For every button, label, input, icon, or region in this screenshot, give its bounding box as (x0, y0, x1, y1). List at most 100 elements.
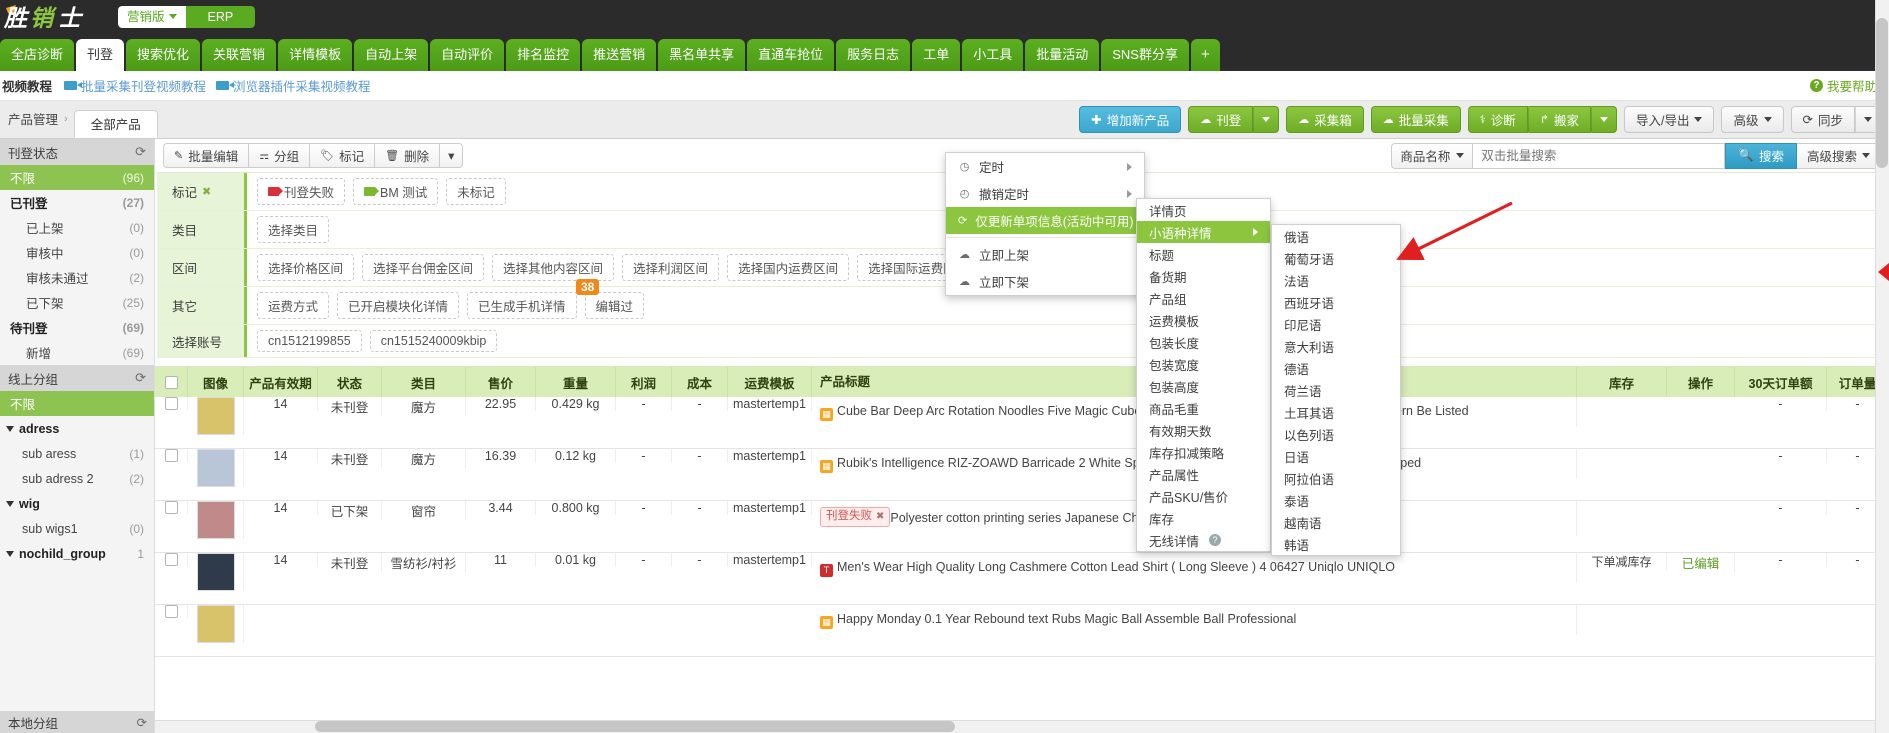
publish-menu-item-3[interactable]: ☁ 立即上架 (946, 241, 1144, 268)
sidebar-item-0-2[interactable]: 已上架 (0) (0, 215, 154, 240)
filter-chip[interactable]: 选择价格区间 (257, 254, 355, 281)
search-button[interactable]: 🔍 搜索 (1725, 142, 1797, 169)
row-checkbox[interactable] (164, 501, 178, 514)
search-field-selector[interactable]: 商品名称 (1391, 142, 1473, 169)
filter-chip[interactable]: 选择利润区间 (622, 254, 720, 281)
field-menu-item-11[interactable]: 库存扣减策略 (1137, 441, 1270, 463)
publish-button[interactable]: ☁ 刊登 (1188, 106, 1254, 133)
filter-chip[interactable]: 刊登失败 (257, 178, 346, 205)
field-menu-item-4[interactable]: 产品组 (1137, 287, 1270, 309)
language-menu-item-7[interactable]: 荷兰语 (1272, 379, 1400, 401)
row-checkbox[interactable] (164, 397, 178, 410)
language-menu-item-12[interactable]: 泰语 (1272, 489, 1400, 511)
sidebar-group-adress[interactable]: adress (0, 416, 154, 441)
tab-5[interactable]: 自动上架 (354, 39, 429, 71)
product-thumbnail[interactable] (196, 501, 235, 539)
edition-dropdown[interactable]: 营销版 (118, 5, 186, 28)
bulk-more-dropdown[interactable]: ▾ (439, 143, 464, 168)
field-menu-item-1[interactable]: 小语种详情 (1137, 221, 1270, 243)
cell-operation[interactable]: 已编辑 (1667, 553, 1735, 572)
migrate-dropdown-toggle[interactable] (1591, 106, 1617, 133)
field-menu-item-9[interactable]: 商品毛重 (1137, 397, 1270, 419)
erp-button[interactable]: ERP (185, 5, 256, 28)
tab-11[interactable]: 服务日志 (836, 39, 911, 71)
publish-menu-item-0[interactable]: ◷ 定时 (946, 153, 1144, 180)
language-menu-item-11[interactable]: 阿拉伯语 (1272, 467, 1400, 489)
diagnose-button[interactable]: ⚕ 诊断 (1467, 106, 1528, 133)
tab-13[interactable]: 小工具 (962, 39, 1024, 71)
language-menu-item-5[interactable]: 意大利语 (1272, 335, 1400, 357)
bulk-trash-button[interactable]: 🗑 删除 (374, 143, 440, 168)
close-icon[interactable]: ✖ (876, 510, 884, 524)
table-row[interactable]: ▦ Happy Monday 0.1 Year Rebound text Rubs… (155, 605, 1889, 657)
table-row[interactable]: 14 已下架 窗帘 3.44 0.800 kg - - mastertemp1 刊登失败 ✖ Pol… (155, 501, 1889, 553)
tab-all-products[interactable]: 全部产品 (73, 110, 158, 138)
breadcrumb[interactable]: 产品管理 › (0, 109, 74, 138)
refresh-icon[interactable]: ⟳ (135, 144, 146, 160)
migrate-button[interactable]: ↱ 搬家 (1527, 106, 1591, 133)
add-product-button[interactable]: ✚ 增加新产品 (1079, 106, 1182, 133)
sidebar-item-0-1[interactable]: 已刊登 (27) (0, 190, 154, 215)
collect-box-button[interactable]: ☁ 采集箱 (1286, 106, 1364, 133)
language-menu-item-6[interactable]: 德语 (1272, 357, 1400, 379)
field-menu-item-15[interactable]: 无线详情? (1137, 529, 1270, 551)
language-menu-item-9[interactable]: 以色列语 (1272, 423, 1400, 445)
publish-menu-item-2[interactable]: ⟳ 仅更新单项信息(活动中可用) (946, 207, 1147, 234)
table-row[interactable]: 14 未刊登 魔方 22.95 0.429 kg - - mastertemp1 ▦ Cube B… (155, 397, 1889, 449)
add-tab-button[interactable]: + (1190, 39, 1220, 71)
horizontal-scroll-thumb[interactable] (315, 721, 955, 732)
sidebar-item-0-4[interactable]: 审核未通过 (2) (0, 265, 154, 290)
sidebar-subgroup-sub adress 2[interactable]: sub adress 2 (2) (0, 466, 154, 491)
chevron-down-icon[interactable] (6, 425, 14, 432)
filter-chip[interactable]: BM 测试 (353, 178, 439, 205)
filter-chip[interactable]: 未标记 (446, 178, 506, 205)
import-export-button[interactable]: 导入/导出 (1624, 106, 1715, 133)
language-menu-item-2[interactable]: 法语 (1272, 269, 1400, 291)
advanced-button[interactable]: 高级 (1721, 106, 1784, 133)
filter-chip[interactable]: 运费方式 (257, 292, 330, 319)
language-menu-item-4[interactable]: 印尼语 (1272, 313, 1400, 335)
product-thumbnail[interactable] (196, 605, 235, 643)
field-menu-item-12[interactable]: 产品属性 (1137, 463, 1270, 485)
filter-chip[interactable]: 选择平台佣金区间 (362, 254, 485, 281)
bulk-group-button[interactable]: ⚎ 分组 (248, 143, 310, 168)
field-menu-item-8[interactable]: 包装高度 (1137, 375, 1270, 397)
language-menu-item-13[interactable]: 越南语 (1272, 511, 1400, 533)
video-link-bulk-collect[interactable]: 批量采集刊登视频教程 (64, 76, 206, 95)
vertical-scroll-thumb[interactable] (1876, 18, 1888, 168)
language-menu-item-8[interactable]: 土耳其语 (1272, 401, 1400, 423)
filter-chip[interactable]: 编辑过 (584, 292, 645, 319)
product-thumbnail[interactable] (196, 553, 235, 591)
remove-filter-icon[interactable]: ✖ (202, 185, 211, 198)
field-menu-item-2[interactable]: 标题 (1137, 243, 1270, 265)
video-link-browser-plugin[interactable]: 浏览器插件采集视频教程 (216, 76, 371, 95)
filter-chip[interactable]: cn1515240009kbip (369, 330, 498, 352)
sidebar-subgroup-sub aress[interactable]: sub aress (1) (0, 441, 154, 466)
sidebar-item-0-6[interactable]: 待刊登 (69) (0, 315, 154, 340)
sidebar-group-nochild_group[interactable]: nochild_group 1 (0, 541, 154, 566)
refresh-icon[interactable]: ⟳ (135, 370, 146, 386)
tab-4[interactable]: 详情模板 (278, 39, 353, 71)
tab-8[interactable]: 推送营销 (582, 39, 657, 71)
filter-chip[interactable]: 选择国内运费区间 (727, 254, 850, 281)
product-title-label[interactable]: Happy Monday 0.1 Year Rebound text Rubs … (837, 612, 1296, 626)
filter-chip[interactable]: 选择类目 (257, 216, 330, 243)
sidebar-group-wig[interactable]: wig (0, 491, 154, 516)
tab-2[interactable]: 搜索优化 (126, 39, 201, 71)
tab-7[interactable]: 排名监控 (506, 39, 581, 71)
publish-menu-item-4[interactable]: ☁ 立即下架 (946, 268, 1144, 295)
language-menu-item-3[interactable]: 西班牙语 (1272, 291, 1400, 313)
sidebar-item-0-3[interactable]: 审核中 (0) (0, 240, 154, 265)
row-checkbox[interactable] (164, 605, 178, 618)
sidebar-item-0-0[interactable]: 不限 (96) (0, 165, 154, 190)
tab-3[interactable]: 关联营销 (202, 39, 277, 71)
field-menu-item-7[interactable]: 包装宽度 (1137, 353, 1270, 375)
advanced-search-button[interactable]: 高级搜索 (1796, 142, 1881, 169)
field-menu-item-6[interactable]: 包装长度 (1137, 331, 1270, 353)
bulk-edit-button[interactable]: ✎ 批量编辑 (163, 143, 249, 168)
filter-chip[interactable]: 选择其他内容区间 (492, 254, 615, 281)
filter-chip[interactable]: cn1512199855 (257, 330, 362, 352)
field-menu-item-5[interactable]: 运费模板 (1137, 309, 1270, 331)
tab-0[interactable]: 全店诊断 (0, 39, 75, 71)
product-thumbnail[interactable] (196, 397, 235, 435)
